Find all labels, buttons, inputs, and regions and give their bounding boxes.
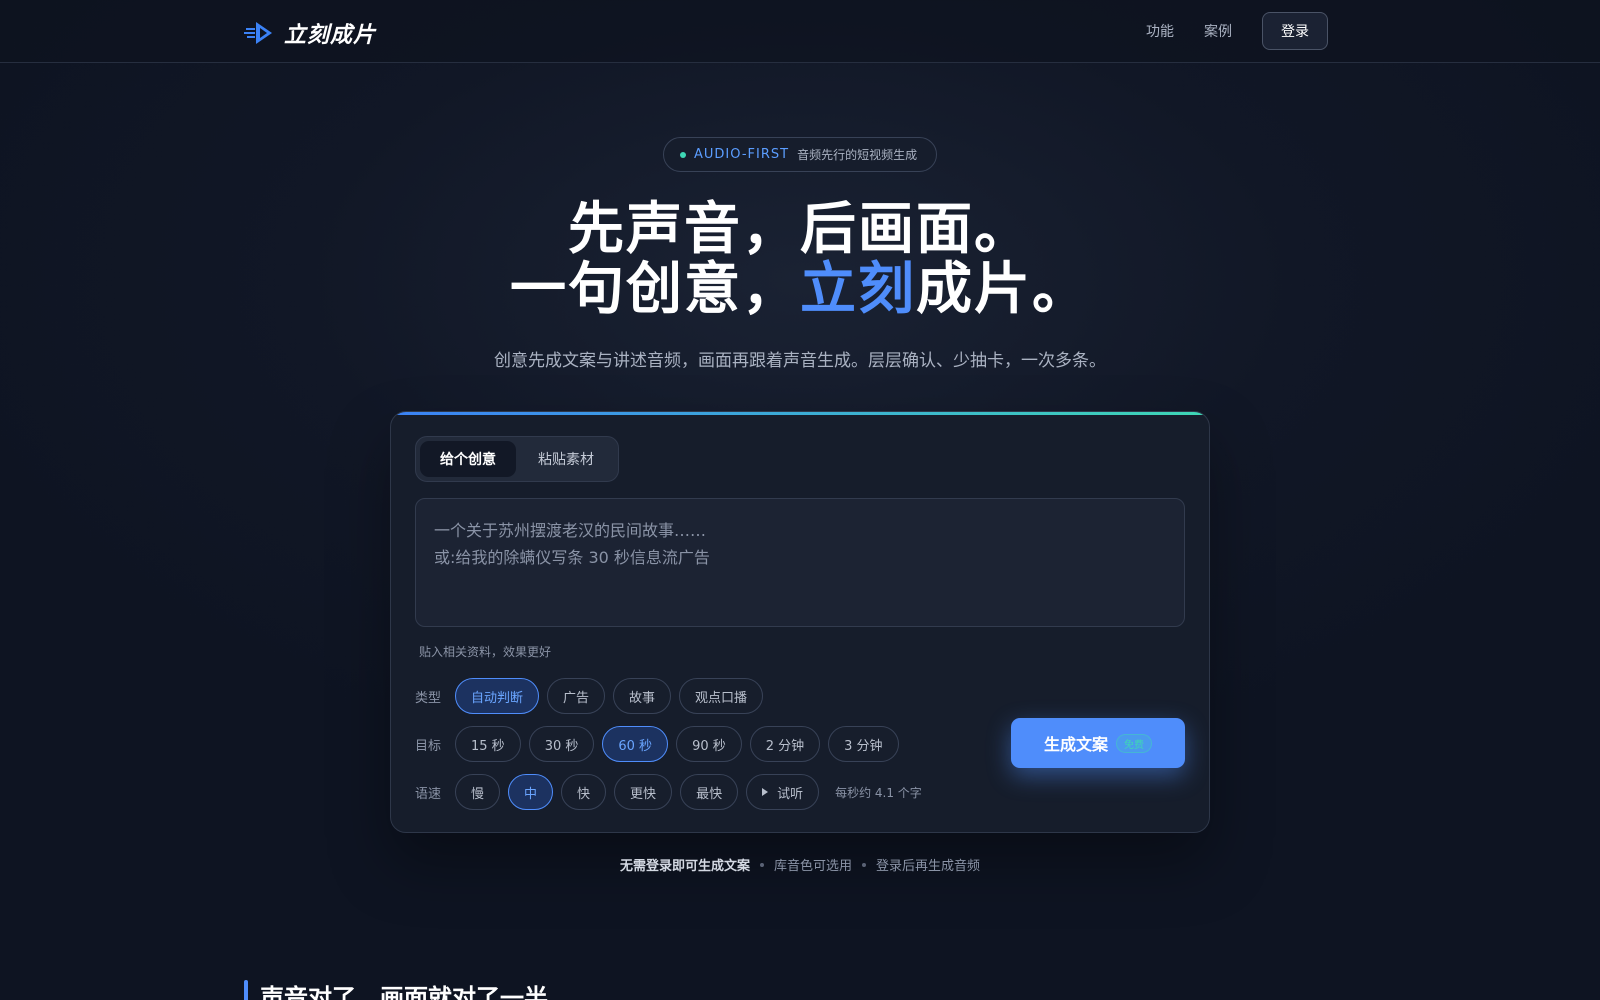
- badge-text: 音频先行的短视频生成: [797, 148, 918, 162]
- generate-label: 生成文案: [1043, 735, 1108, 754]
- top-nav: 立刻成片 功能 案例 登录: [0, 0, 1600, 63]
- brand[interactable]: 立刻成片: [244, 17, 376, 49]
- hero-title-line1: 先声音，后画面。: [568, 197, 1032, 262]
- target-chip-60s[interactable]: 60 秒: [602, 726, 669, 762]
- type-chip-story[interactable]: 故事: [613, 678, 672, 714]
- listen-label: 试听: [777, 786, 804, 802]
- hero-subtitle: 创意先成文案与讲述音频，画面再跟着声音生成。层层确认、少抽卡，一次多条。: [494, 351, 1106, 371]
- free-badge: 免费: [1116, 733, 1152, 753]
- speed-chip-medium[interactable]: 中: [508, 774, 554, 810]
- separator-dot: [759, 862, 764, 867]
- target-chip-30s[interactable]: 30 秒: [528, 726, 595, 762]
- mode-tabs: 给个创意 粘贴素材: [415, 436, 619, 482]
- footnote-no-login: 无需登录即可生成文案: [619, 859, 750, 874]
- tab-paste-material[interactable]: 粘贴素材: [518, 441, 614, 477]
- target-chip-90s[interactable]: 90 秒: [676, 726, 742, 762]
- login-button[interactable]: 登录: [1262, 12, 1328, 50]
- target-chip-15s[interactable]: 15 秒: [455, 726, 521, 762]
- footnote: 无需登录即可生成文案 库音色可选用 登录后再生成音频: [0, 855, 1600, 874]
- speed-chip-fast[interactable]: 快: [561, 774, 607, 810]
- speed-label: 语速: [415, 786, 442, 802]
- target-row: 目标 15 秒 30 秒 60 秒 90 秒 2 分钟 3 分钟: [415, 726, 907, 762]
- footnote-voices: 库音色可选用: [773, 859, 852, 874]
- nav-link-features[interactable]: 功能: [1146, 21, 1174, 41]
- listen-button[interactable]: 试听: [746, 774, 820, 810]
- placeholder-line-1: 一个关于苏州摆渡老汉的民间故事……: [434, 521, 707, 540]
- play-icon: [762, 788, 769, 796]
- separator-dot: [862, 862, 866, 867]
- speech-rate-text: 每秒约 4.1 个字: [835, 785, 922, 800]
- placeholder-line-2: 或:给我的除螨仪写条 30 秒信息流广告: [434, 548, 710, 567]
- type-row: 类型 自动判断 广告 故事 观点口播: [415, 678, 771, 714]
- generate-script-button[interactable]: 生成文案 免费: [1011, 718, 1185, 768]
- type-chip-auto[interactable]: 自动判断: [455, 678, 540, 714]
- idea-input[interactable]: 一个关于苏州摆渡老汉的民间故事…… 或:给我的除螨仪写条 30 秒信息流广告: [415, 498, 1185, 627]
- target-label: 目标: [415, 738, 442, 754]
- target-chip-2min[interactable]: 2 分钟: [749, 726, 821, 762]
- badge-tag: AUDIO-FIRST: [694, 147, 790, 162]
- speed-chip-fastest[interactable]: 最快: [680, 774, 739, 810]
- target-chip-3min[interactable]: 3 分钟: [828, 726, 899, 762]
- create-card: 给个创意 粘贴素材 一个关于苏州摆渡老汉的民间故事…… 或:给我的除螨仪写条 3…: [390, 411, 1210, 833]
- tab-idea[interactable]: 给个创意: [420, 441, 516, 477]
- hero-title-line2: 一句创意，立刻成片。: [0, 260, 1600, 320]
- footnote-audio-login: 登录后再生成音频: [876, 859, 981, 874]
- type-label: 类型: [415, 690, 442, 706]
- nav-link-cases[interactable]: 案例: [1204, 21, 1232, 41]
- play-arrow-logo-icon: [244, 19, 274, 47]
- speed-row: 语速 慢 中 快 更快 最快 试听 每秒约 4.1 个字: [415, 774, 922, 810]
- speed-chip-slow[interactable]: 慢: [455, 774, 501, 810]
- audio-first-badge: AUDIO-FIRST 音频先行的短视频生成: [663, 137, 937, 172]
- card-accent-line: [391, 412, 1209, 415]
- type-chip-opinion[interactable]: 观点口播: [679, 678, 764, 714]
- status-dot-icon: [680, 151, 686, 158]
- brand-name: 立刻成片: [284, 23, 377, 48]
- nav-links: 功能 案例 登录: [1146, 12, 1328, 50]
- section-title: 声音对了，画面就对了一半: [260, 984, 548, 1000]
- title-line2-post: 成片。: [916, 257, 1090, 322]
- type-chip-ad[interactable]: 广告: [547, 678, 606, 714]
- input-hint: 贴入相关资料，效果更好: [419, 645, 552, 659]
- speed-chip-faster[interactable]: 更快: [614, 774, 673, 810]
- section-accent-bar: [244, 980, 248, 1000]
- title-line2-pre: 一句创意，: [510, 257, 800, 322]
- title-line2-accent: 立刻: [800, 257, 916, 322]
